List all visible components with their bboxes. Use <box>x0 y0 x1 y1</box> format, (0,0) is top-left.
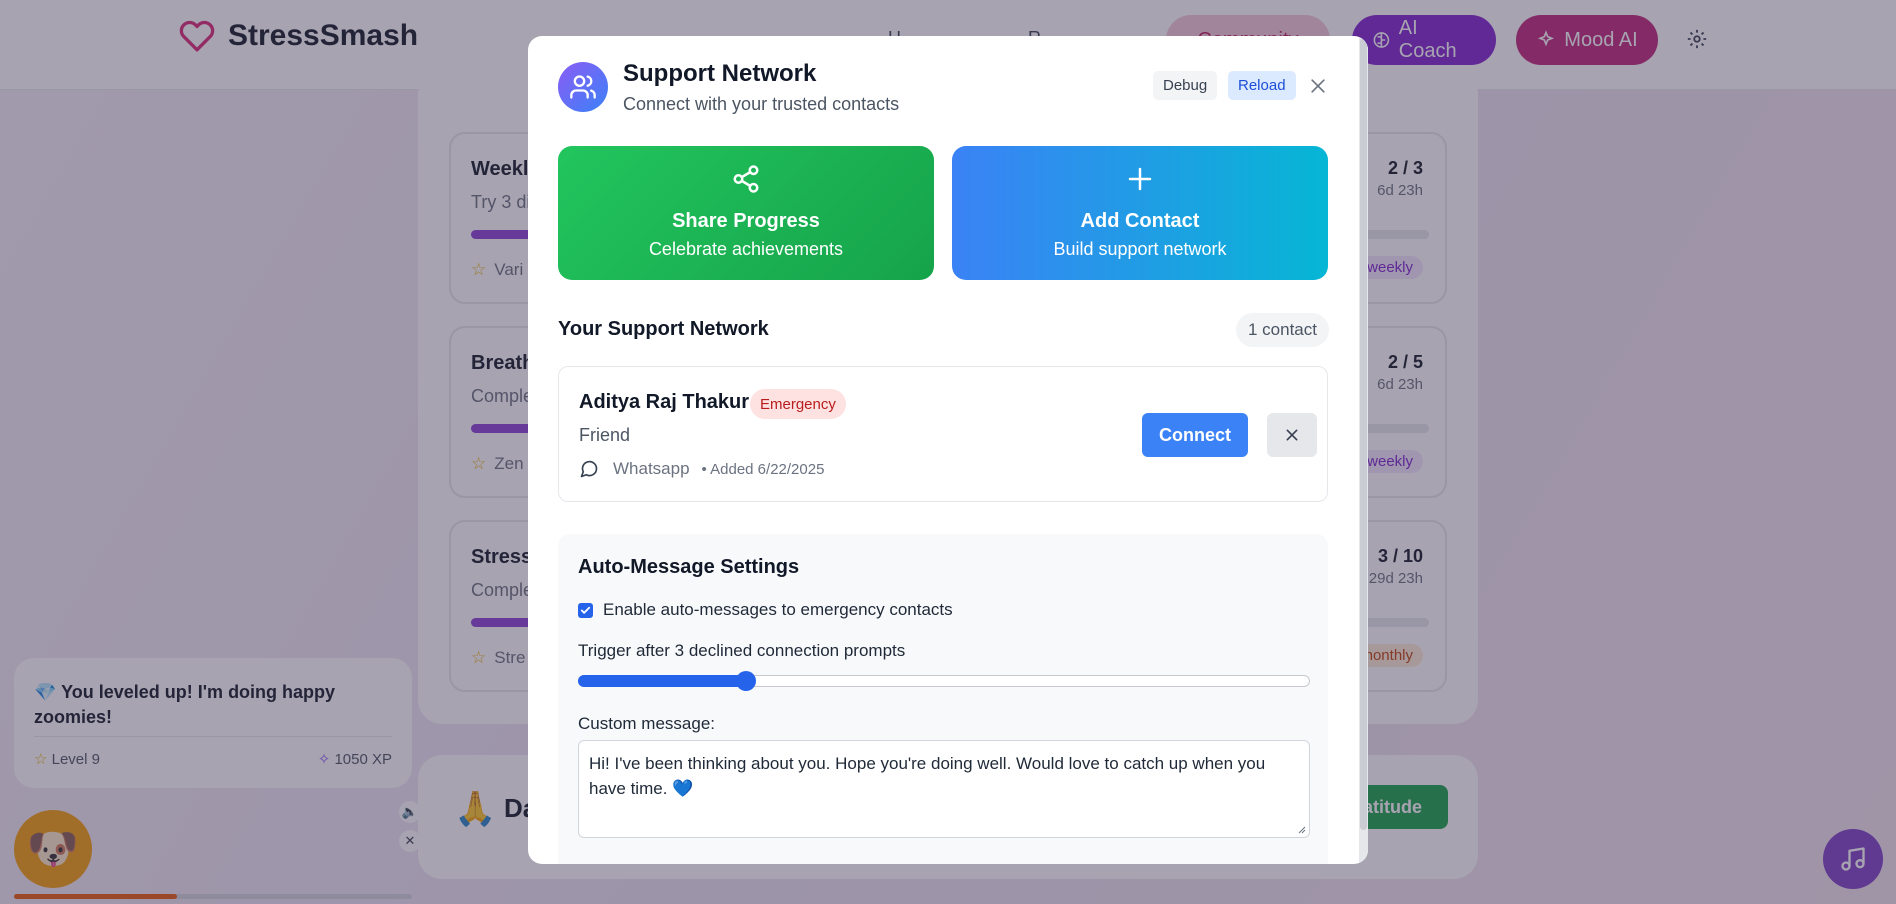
users-icon <box>570 75 596 99</box>
share-progress-subtitle: Celebrate achievements <box>648 239 844 259</box>
close-icon <box>1286 429 1298 441</box>
modal-scrollbar[interactable] <box>1359 36 1368 864</box>
emergency-badge: Emergency <box>750 389 846 419</box>
reload-label: Reload <box>1238 77 1286 94</box>
resize-grip-icon[interactable] <box>1296 824 1306 834</box>
support-network-modal: Support Network Connect with your truste… <box>528 36 1368 864</box>
remove-contact-button[interactable] <box>1267 413 1317 457</box>
enable-auto-message-checkbox[interactable] <box>578 602 593 618</box>
debug-button[interactable]: Debug <box>1153 71 1218 100</box>
debug-label: Debug <box>1163 77 1208 94</box>
contact-channel: Whatsapp <box>613 459 690 478</box>
trigger-slider-fill <box>578 675 747 687</box>
custom-message-label: Custom message: <box>578 714 715 733</box>
support-network-heading: Your Support Network <box>558 318 769 340</box>
contact-name: Aditya Raj Thakur <box>579 391 750 413</box>
message-icon <box>580 460 598 478</box>
custom-message-text: Hi! I've been thinking about you. Hope y… <box>589 754 1266 798</box>
contact-card: Aditya Raj Thakur Emergency Friend Whats… <box>558 366 1328 502</box>
contact-added-date: • Added 6/22/2025 <box>701 460 825 478</box>
add-contact-button[interactable]: Add Contact Build support network <box>952 146 1328 280</box>
share-progress-button[interactable]: Share Progress Celebrate achievements <box>558 146 934 280</box>
auto-message-settings: Auto-Message Settings Enable auto-messag… <box>558 534 1328 864</box>
modal-close-button[interactable] <box>1304 72 1332 100</box>
plus-icon-wrap <box>952 164 1328 194</box>
trigger-slider-thumb[interactable] <box>736 671 757 691</box>
connect-button[interactable]: Connect <box>1142 413 1248 457</box>
enable-auto-message-label: Enable auto-messages to emergency contac… <box>603 600 953 619</box>
contact-meta: Whatsapp • Added 6/22/2025 <box>579 459 824 479</box>
contact-relation: Friend <box>579 425 631 445</box>
modal-scrollbar-thumb[interactable] <box>1360 38 1367 830</box>
modal-subtitle: Connect with your trusted contacts <box>623 94 900 114</box>
connect-label: Connect <box>1159 424 1231 445</box>
check-icon <box>580 606 591 614</box>
share-icon-wrap <box>558 164 934 194</box>
share-progress-title: Share Progress <box>672 210 820 232</box>
reload-button[interactable]: Reload <box>1228 71 1296 100</box>
close-icon <box>1311 79 1325 93</box>
plus-icon <box>1128 167 1152 191</box>
auto-message-toggle-row[interactable]: Enable auto-messages to emergency contac… <box>578 600 953 620</box>
users-avatar <box>558 62 608 112</box>
trigger-label: Trigger after 3 declined connection prom… <box>578 641 906 660</box>
add-contact-title: Add Contact <box>1080 210 1200 232</box>
share-icon <box>733 165 759 193</box>
auto-message-heading: Auto-Message Settings <box>578 556 800 578</box>
contact-count-badge: 1 contact <box>1236 313 1329 347</box>
add-contact-subtitle: Build support network <box>1053 239 1227 259</box>
custom-message-textarea[interactable]: Hi! I've been thinking about you. Hope y… <box>578 740 1310 838</box>
modal-title: Support Network <box>623 60 817 87</box>
